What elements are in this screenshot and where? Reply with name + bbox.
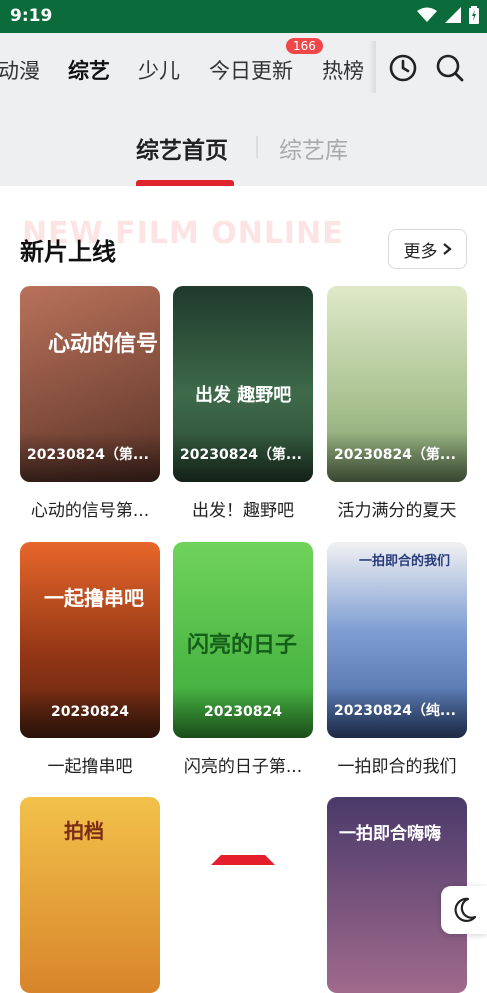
show-poster[interactable]: 一起撸串吧 20230824: [20, 542, 160, 738]
poster-art-text: 拍档: [64, 819, 104, 843]
episode-date: 20230824: [204, 704, 282, 720]
tab-variety[interactable]: 综艺: [68, 55, 110, 85]
wifi-icon: [417, 7, 437, 22]
show-title: 心动的信号第...: [30, 501, 150, 521]
poster-art-text: 心动的信号: [48, 332, 159, 357]
battery-icon: [469, 6, 479, 24]
dark-mode-button[interactable]: [441, 886, 487, 934]
status-time: 9:19: [10, 6, 53, 26]
subtab-variety-library[interactable]: 综艺库: [279, 131, 348, 165]
poster-art-text: 一拍即合的我们: [359, 554, 451, 569]
poster-logo-icon: [211, 855, 275, 865]
show-poster[interactable]: [173, 797, 313, 993]
history-clock-icon[interactable]: [388, 53, 418, 83]
section-title: 新片上线: [20, 238, 116, 266]
show-title: 一起撸串吧: [47, 757, 133, 777]
chevron-right-icon: [442, 243, 452, 255]
poster-art-text: 出发 趣野吧: [195, 385, 292, 406]
episode-date: 20230824（纯...: [334, 703, 456, 719]
show-poster[interactable]: 20230824（第...: [327, 286, 467, 482]
episode-date: 20230824（第...: [27, 447, 149, 463]
tab-kids[interactable]: 少儿: [138, 55, 180, 85]
more-button[interactable]: 更多: [388, 229, 467, 269]
tab-today-updates[interactable]: 今日更新: [209, 55, 293, 85]
episode-date: 20230824: [51, 704, 129, 720]
sub-tabs: 综艺首页 综艺库: [0, 123, 487, 186]
subtab-divider: [256, 136, 258, 158]
show-title: 一拍即合的我们: [337, 757, 457, 777]
show-title: 活力满分的夏天: [337, 501, 457, 521]
status-icons: [417, 6, 479, 24]
show-title: 出发！趣野吧: [192, 501, 294, 521]
status-bar: 9:19: [0, 0, 487, 33]
show-poster[interactable]: 拍档: [20, 797, 160, 993]
episode-date: 20230824（第...: [180, 447, 302, 463]
nav-scroll-fade: [368, 41, 376, 93]
header: 动漫 综艺 少儿 今日更新 166 热榜 综艺首页 综艺库: [0, 33, 487, 186]
show-title: 闪亮的日子第...: [183, 757, 303, 777]
show-poster[interactable]: 心动的信号 20230824（第...: [20, 286, 160, 482]
poster-art-text: 一拍即合嗨嗨: [339, 824, 441, 844]
main-content: NEW FILM ONLINE 新片上线 更多 心动的信号 20230824（第…: [0, 186, 487, 993]
show-poster[interactable]: 闪亮的日子 20230824: [173, 542, 313, 738]
update-count-badge: 166: [286, 38, 323, 54]
subtab-variety-home[interactable]: 综艺首页: [136, 131, 228, 165]
show-poster[interactable]: 一拍即合的我们 20230824（纯...: [327, 542, 467, 738]
tab-hot-list[interactable]: 热榜: [322, 55, 364, 85]
more-button-label: 更多: [403, 241, 438, 262]
signal-icon: [445, 7, 461, 23]
moon-icon: [454, 897, 477, 922]
poster-art-text: 闪亮的日子: [187, 633, 298, 658]
category-nav: 动漫 综艺 少儿 今日更新 166 热榜: [0, 33, 487, 100]
episode-date: 20230824（第...: [334, 447, 456, 463]
tab-anime[interactable]: 动漫: [0, 55, 40, 85]
search-icon[interactable]: [435, 53, 465, 83]
poster-art-text: 一起撸串吧: [44, 586, 144, 610]
show-poster[interactable]: 出发 趣野吧 20230824（第...: [173, 286, 313, 482]
